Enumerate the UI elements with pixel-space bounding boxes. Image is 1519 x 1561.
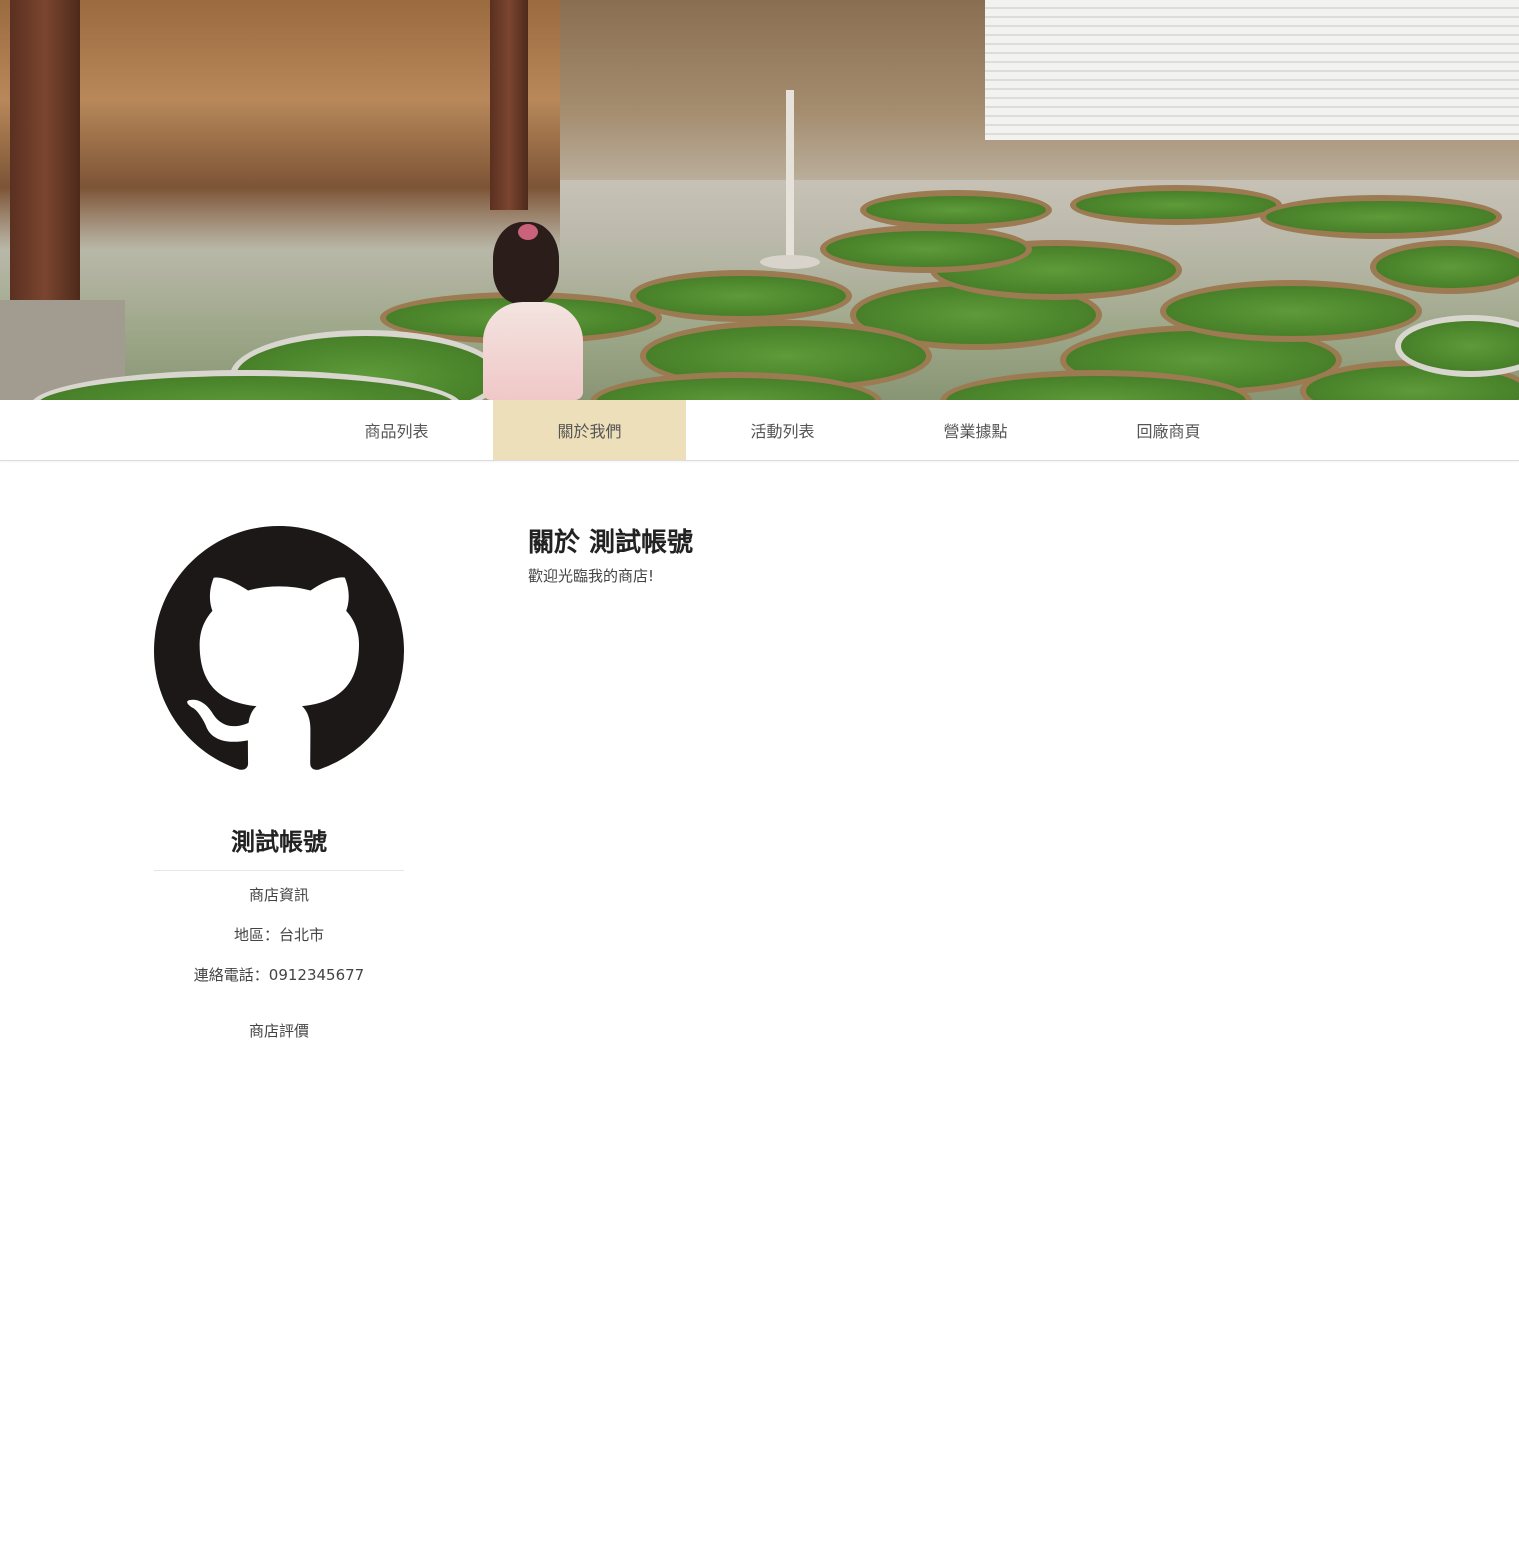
nav-tab-back-to-vendor[interactable]: 回廠商頁 [1072,400,1265,460]
store-nav-tabs: 商品列表 關於我們 活動列表 營業據點 回廠商頁 [300,400,1265,460]
store-profile-sidebar: 測試帳號 商店資訊 地區：台北市 連絡電話：0912345677 商店評價 [154,526,404,1061]
hero-banner-image [0,0,1519,400]
store-region: 地區：台北市 [233,926,324,944]
github-octocat-icon [154,526,404,770]
nav-tab-products[interactable]: 商品列表 [300,400,493,460]
store-reviews-link[interactable]: 商店評價 [154,1021,404,1041]
store-name: 測試帳號 [231,828,327,856]
store-navbar: 商品列表 關於我們 活動列表 營業據點 回廠商頁 [0,400,1519,461]
store-phone: 連絡電話：0912345677 [193,966,365,984]
about-section: 關於 測試帳號 歡迎光臨我的商店! [528,525,693,587]
nav-tab-events[interactable]: 活動列表 [686,400,879,460]
about-description: 歡迎光臨我的商店! [528,567,655,585]
nav-tab-about-us[interactable]: 關於我們 [493,400,686,460]
about-title: 關於 測試帳號 [528,528,694,558]
nav-tab-locations[interactable]: 營業據點 [879,400,1072,460]
store-info-heading: 商店資訊 [248,886,309,904]
divider [154,870,404,871]
